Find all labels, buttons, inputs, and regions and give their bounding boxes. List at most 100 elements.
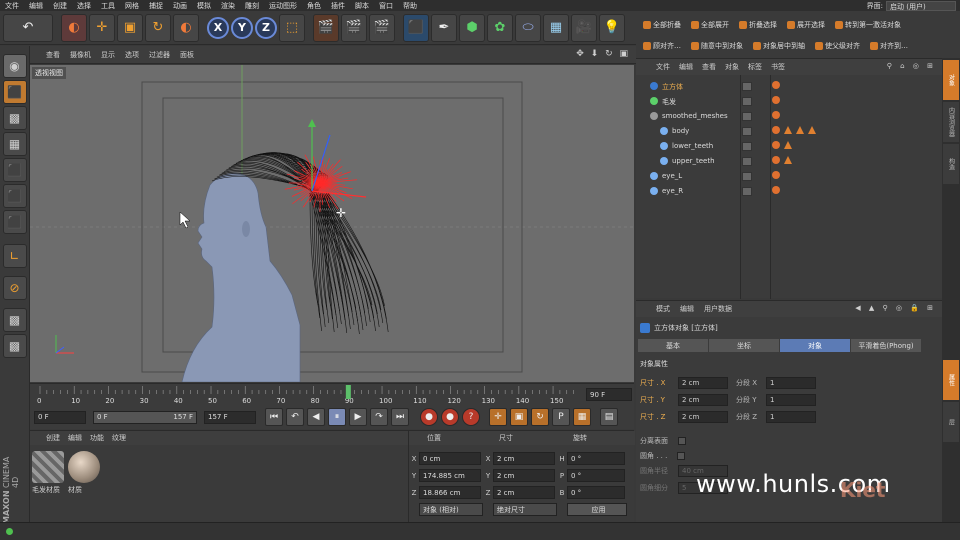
tweak-mode-button[interactable]: ⊘ <box>2 276 27 300</box>
object-row[interactable]: lower_teeth <box>636 139 942 154</box>
menu-item[interactable]: 编辑 <box>24 1 48 11</box>
side-tab[interactable]: 内容浏览器 <box>943 102 959 142</box>
timeline[interactable]: 0 10 20 30 40 50 60 70 80 90 100 110 120 130 140 150 90… <box>30 383 634 405</box>
size-field[interactable]: 2 cm <box>678 376 728 389</box>
tag-icon[interactable] <box>772 141 780 149</box>
object-toolbar-button[interactable]: 全部折叠 <box>640 18 684 31</box>
current-frame-field[interactable]: 90 F <box>586 388 632 401</box>
gizmo-center-handle[interactable]: ✛ <box>336 206 346 220</box>
object-tags[interactable] <box>772 141 792 149</box>
deformer-button[interactable]: ⬭ <box>515 13 541 42</box>
material-item-hair[interactable]: 毛发材质 <box>32 451 64 495</box>
subdivision-surface-button[interactable]: ⬢ <box>459 13 485 42</box>
apply-button[interactable]: 应用 <box>567 503 627 516</box>
menu-item[interactable]: 雕刻 <box>240 1 264 11</box>
preview-range-slider[interactable]: 0 F 157 F <box>93 410 197 424</box>
viewport-menu-item[interactable]: 选项 <box>125 50 139 60</box>
viewport-menu-item[interactable]: 显示 <box>101 50 115 60</box>
key-rotation-button[interactable]: ↻ <box>531 408 549 426</box>
object-toolbar-button[interactable]: 转到第一激活对象 <box>832 18 904 31</box>
keyframe-selection-button[interactable]: ? <box>462 408 480 426</box>
next-frame-button[interactable]: ▶ <box>349 408 367 426</box>
menu-item[interactable]: 运动图形 <box>264 1 302 11</box>
interface-select[interactable]: 启动 (用户) <box>886 0 956 11</box>
object-search-icons[interactable]: ⚲ ⌂ ◎ ⊞ <box>887 62 936 70</box>
make-editable-button[interactable]: ◉ <box>2 54 27 78</box>
object-menu-item[interactable]: 对象 <box>725 62 739 72</box>
goto-end-button[interactable]: ⏭ <box>391 408 409 426</box>
size-field[interactable]: 2 cm <box>493 452 555 465</box>
object-toolbar-button[interactable]: 全部展开 <box>688 18 732 31</box>
attribute-tab[interactable]: 基本 <box>638 339 708 352</box>
edges-mode-button[interactable]: ⬛ <box>2 184 27 208</box>
menu-item[interactable]: 创建 <box>48 1 72 11</box>
object-tags[interactable] <box>772 186 780 194</box>
position-field[interactable]: 18.866 cm <box>419 486 481 499</box>
tag-icon[interactable] <box>772 126 780 134</box>
attribute-menu-item[interactable]: 模式 <box>656 304 670 314</box>
key-parameter-button[interactable]: P <box>552 408 570 426</box>
axis-y-button[interactable]: Y <box>231 16 253 39</box>
viewport-menu-item[interactable]: 过滤器 <box>149 50 170 60</box>
separate-surfaces-checkbox[interactable] <box>678 436 686 445</box>
attribute-nav-icons[interactable]: ◀ ▲ ⚲ ◎ 🔒 ⊞ <box>855 304 936 312</box>
move-tool-button[interactable]: ✛ <box>89 13 115 42</box>
tag-icon[interactable] <box>772 81 780 89</box>
axis-z-button[interactable]: Z <box>255 16 277 39</box>
viewport-menu-item[interactable]: 查看 <box>46 50 60 60</box>
end-frame-field[interactable]: 157 F <box>204 410 256 424</box>
attribute-menu-item[interactable]: 用户数据 <box>704 304 732 314</box>
record-keys-button[interactable]: ● <box>420 408 438 426</box>
menu-item[interactable]: 动画 <box>168 1 192 11</box>
spline-pen-button[interactable]: ✒ <box>431 13 457 42</box>
points-mode-button[interactable]: ⬛ <box>2 158 27 182</box>
fillet-checkbox[interactable] <box>677 451 686 460</box>
polygons-mode-button[interactable]: ⬛ <box>2 210 27 234</box>
camera-button[interactable]: 🎥 <box>571 13 597 42</box>
object-row[interactable]: 毛发 <box>636 94 942 109</box>
object-tags[interactable] <box>772 81 780 89</box>
object-row[interactable]: smoothed_meshes <box>636 109 942 124</box>
object-menu-item[interactable]: 标签 <box>748 62 762 72</box>
tag-icon[interactable] <box>784 141 792 149</box>
object-menu-item[interactable]: 书签 <box>771 62 785 72</box>
prev-frame-button[interactable]: ◀ <box>307 408 325 426</box>
playhead[interactable] <box>345 385 351 399</box>
axis-mode-button[interactable]: ∟ <box>2 244 27 268</box>
tag-icon[interactable] <box>772 171 780 179</box>
cube-button[interactable]: ⬛ <box>403 13 429 42</box>
viewport-menu-item[interactable]: 摄像机 <box>70 50 91 60</box>
menu-item[interactable]: 插件 <box>326 1 350 11</box>
render-picture-viewer-button[interactable]: 🎬 <box>341 13 367 42</box>
attribute-tab[interactable]: 对象 <box>780 339 850 352</box>
undo-button[interactable]: ↶ <box>3 13 53 42</box>
visibility-toggle[interactable] <box>742 82 752 91</box>
side-tab[interactable]: 属性 <box>943 360 959 400</box>
tag-icon[interactable] <box>784 156 792 164</box>
key-position-button[interactable]: ✛ <box>489 408 507 426</box>
visibility-toggle[interactable] <box>742 142 752 151</box>
menu-item[interactable]: 选择 <box>72 1 96 11</box>
model-mode-button[interactable]: ⬛ <box>2 80 27 104</box>
snap-button[interactable]: ▩ <box>2 308 27 332</box>
autokey-button[interactable]: ● <box>441 408 459 426</box>
rotation-field[interactable]: 0 ° <box>567 486 625 499</box>
tag-icon[interactable] <box>784 126 792 134</box>
size-field[interactable]: 2 cm <box>493 486 555 499</box>
rotate-tool-button[interactable]: ↻ <box>145 13 171 42</box>
recent-tool-button[interactable]: ◐ <box>173 13 199 42</box>
prev-key-button[interactable]: ↶ <box>286 408 304 426</box>
axis-x-button[interactable]: X <box>207 16 229 39</box>
rotation-field[interactable]: 0 ° <box>567 469 625 482</box>
size-mode-select[interactable]: 绝对尺寸 <box>493 503 557 516</box>
live-selection-button[interactable]: ◐ <box>61 13 87 42</box>
timeline-ruler[interactable]: 0 10 20 30 40 50 60 70 80 90 100 110 120 130 140 150 <box>30 384 634 406</box>
position-field[interactable]: 174.885 cm <box>419 469 481 482</box>
object-tags[interactable] <box>772 156 792 164</box>
attribute-tab[interactable]: 平滑着色(Phong) <box>851 339 921 352</box>
menu-item[interactable]: 工具 <box>96 1 120 11</box>
object-tags[interactable] <box>772 111 780 119</box>
object-toolbar-button[interactable]: 展开选择 <box>784 18 828 31</box>
object-row[interactable]: eye_L <box>636 169 942 184</box>
tag-icon[interactable] <box>772 96 780 104</box>
